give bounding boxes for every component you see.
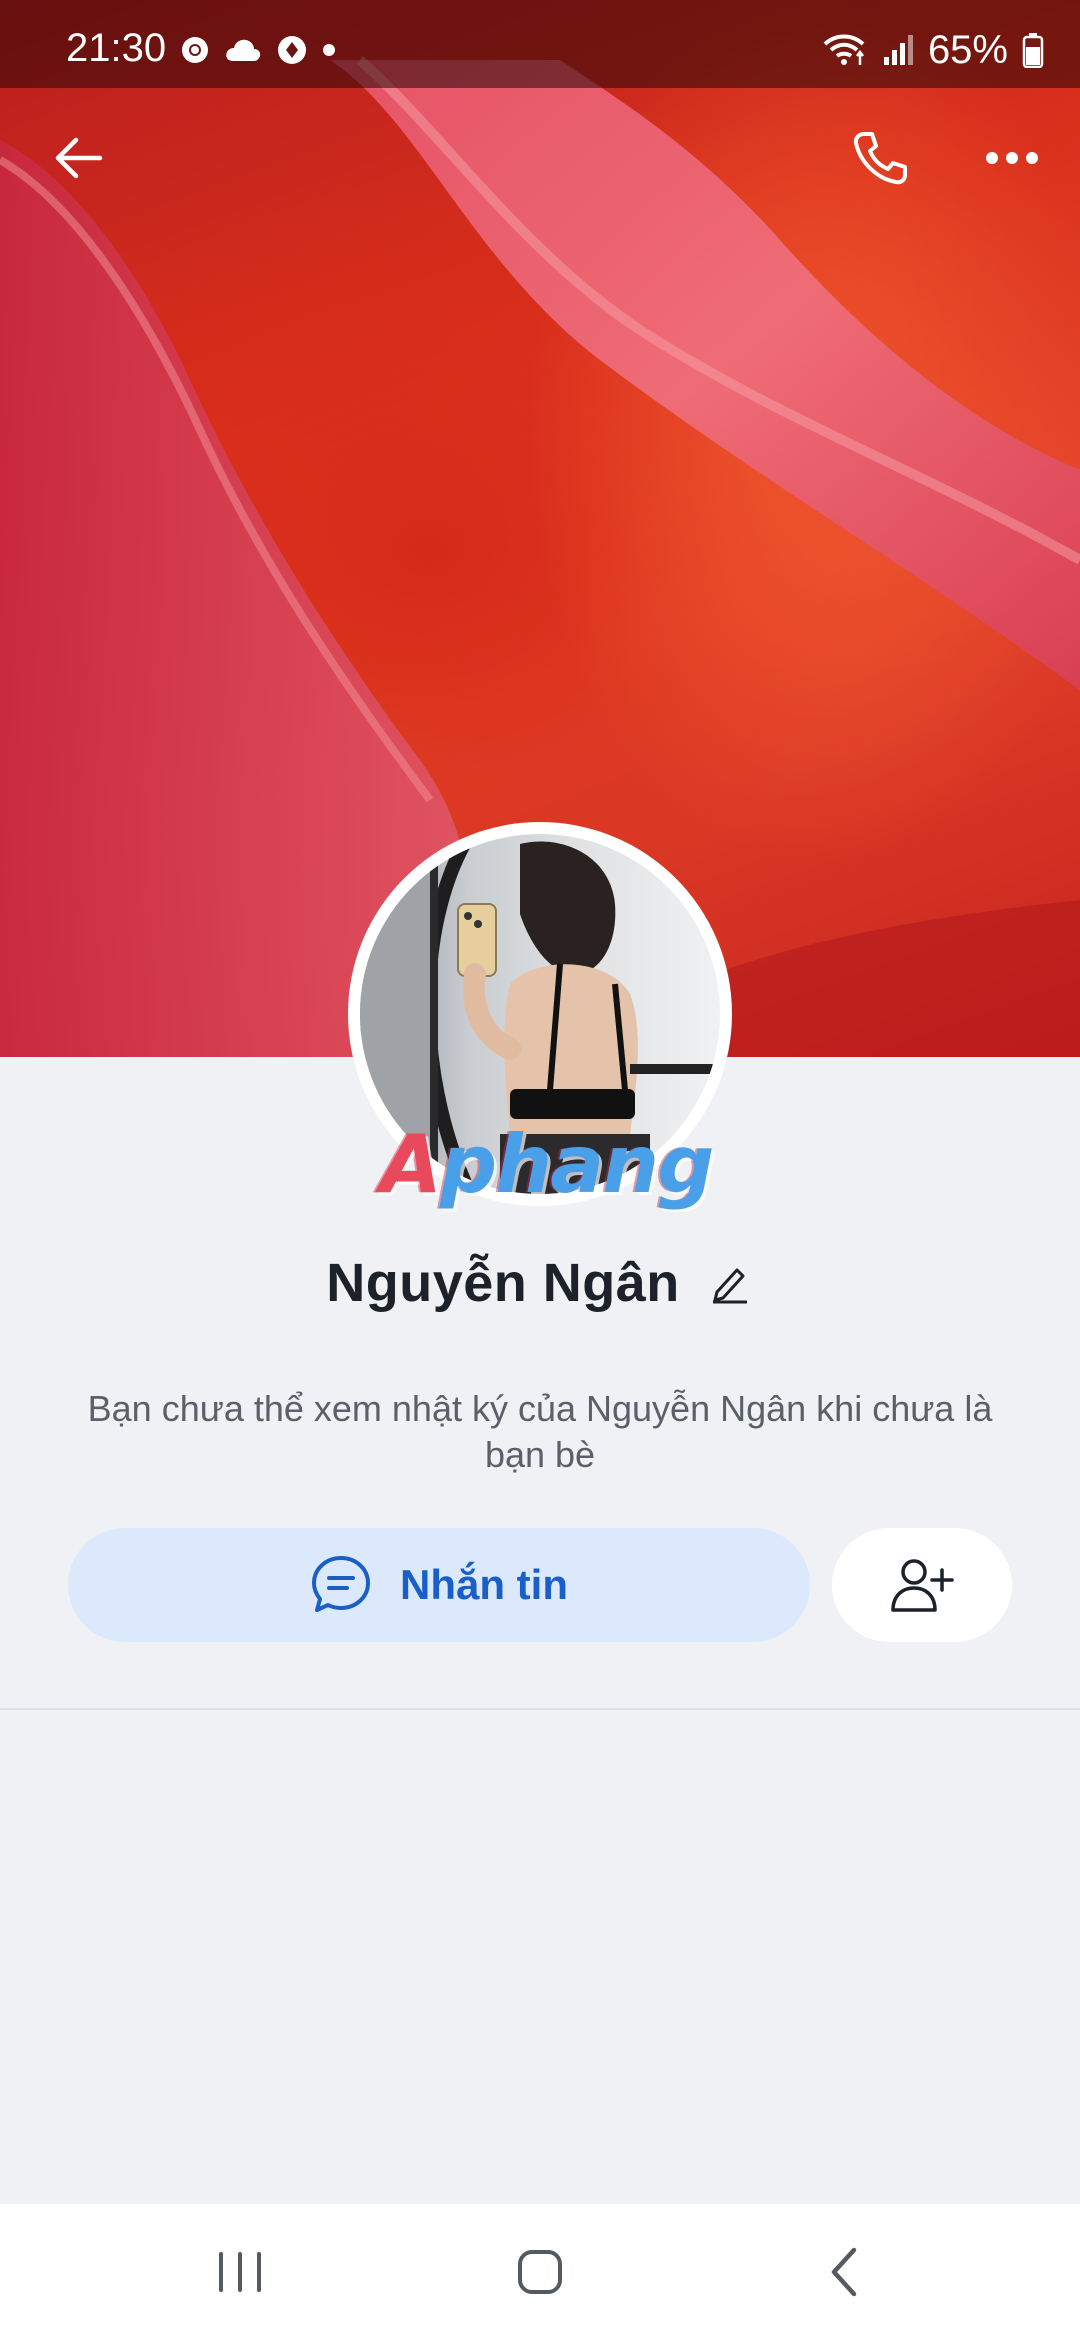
sync-icon bbox=[278, 36, 306, 64]
chat-bubble-icon bbox=[312, 1556, 370, 1612]
pencil-icon bbox=[712, 1268, 747, 1304]
call-button[interactable] bbox=[840, 118, 920, 198]
recents-button[interactable] bbox=[180, 2222, 300, 2322]
battery-icon bbox=[1022, 33, 1044, 68]
nav-back-button[interactable] bbox=[784, 2222, 904, 2322]
home-button[interactable] bbox=[480, 2222, 600, 2322]
more-button[interactable] bbox=[972, 118, 1052, 198]
signal-icon bbox=[883, 35, 913, 65]
message-button-label: Nhắn tin bbox=[400, 1561, 568, 1608]
profile-name-row: Nguyễn Ngân bbox=[0, 1248, 1080, 1318]
chrome-icon bbox=[182, 37, 208, 63]
status-time: 21:30 bbox=[66, 26, 167, 70]
dot-icon bbox=[323, 44, 335, 56]
add-friend-button[interactable] bbox=[832, 1528, 1012, 1642]
wifi-icon bbox=[823, 34, 865, 65]
message-button[interactable]: Nhắn tin bbox=[68, 1528, 810, 1642]
profile-name: Nguyễn Ngân bbox=[326, 1253, 680, 1313]
arrow-left-icon bbox=[55, 137, 103, 179]
privacy-note: Bạn chưa thể xem nhật ký của Nguyễn Ngân… bbox=[87, 1388, 993, 1475]
watermark-text: Aphang bbox=[380, 1118, 714, 1211]
phone-icon bbox=[853, 132, 907, 185]
system-nav-bar bbox=[0, 2204, 1080, 2340]
cloud-icon bbox=[226, 39, 261, 61]
divider bbox=[0, 1708, 1080, 1710]
edit-name-button[interactable] bbox=[706, 1259, 754, 1307]
battery-percent: 65% bbox=[927, 28, 1008, 72]
recents-icon bbox=[219, 2252, 261, 2292]
status-notification-icons bbox=[180, 34, 336, 66]
watermark: Aphang bbox=[380, 1118, 714, 1211]
more-dots-icon bbox=[986, 152, 1038, 164]
status-system-icons: 65% bbox=[822, 30, 1044, 70]
home-icon bbox=[518, 2250, 562, 2294]
back-button[interactable] bbox=[38, 118, 118, 198]
status-bar: 21:30 65% bbox=[0, 0, 1080, 88]
back-chevron-icon bbox=[831, 2247, 857, 2297]
add-user-icon bbox=[891, 1559, 954, 1612]
